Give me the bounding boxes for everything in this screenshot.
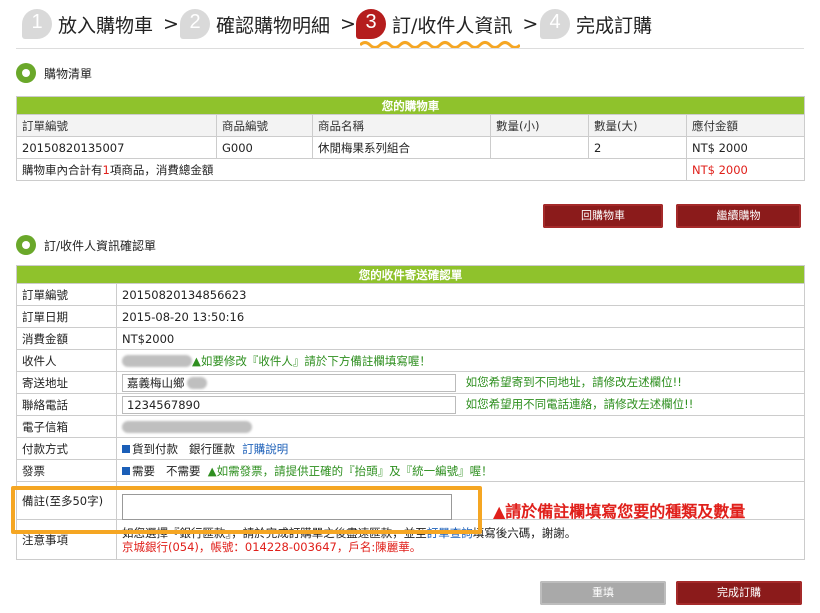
step-3-arrow: > (522, 13, 539, 35)
step-2: 2 確認購物明細 > (180, 6, 356, 42)
submit-order-button[interactable]: 完成訂購 (676, 581, 802, 605)
step-2-bird-icon: 2 (180, 9, 210, 39)
email-redacted (122, 421, 252, 433)
row-payment: 付款方式 貨到付款 銀行匯款 訂購說明 (16, 437, 805, 460)
checkout-steps: 1 放入購物車 > 2 確認購物明細 > 3 訂/收件人資訊 > 4 完成訂購 (0, 0, 820, 49)
order-help-link[interactable]: 訂購說明 (242, 442, 288, 456)
row-address: 寄送地址 嘉義梅山鄉 如您希望寄到不同地址，請修改左述欄位!! (16, 371, 805, 394)
apple-icon (16, 63, 36, 83)
payment-cod-checkbox[interactable] (122, 445, 130, 453)
cart-table: 您的購物車 訂單編號 商品編號 商品名稱 數量(小) 數量(大) 應付金額 20… (15, 96, 806, 181)
step-3: 3 訂/收件人資訊 > (356, 6, 538, 42)
col-product-name: 商品名稱 (312, 114, 491, 137)
remark-hint: ▲請於備註欄填寫您要的種類及數量 (493, 502, 746, 521)
row-order-date: 訂單日期 2015-08-20 13:50:16 (16, 305, 805, 328)
continue-shopping-button[interactable]: 繼續購物 (676, 204, 801, 228)
step-1-arrow: > (163, 13, 179, 35)
cart-header-row: 訂單編號 商品編號 商品名稱 數量(小) 數量(大) 應付金額 (16, 114, 806, 137)
step-2-label: 確認購物明細 (216, 14, 331, 37)
order-date-value: 2015-08-20 13:50:16 (116, 305, 805, 328)
row-order-no: 訂單編號 20150820134856623 (16, 283, 805, 306)
cart-table-title: 您的購物車 (15, 96, 806, 115)
recipient-note: ▲如要修改『收件人』請於下方備註欄填寫喔！ (192, 353, 431, 368)
phone-input[interactable]: 1234567890 (122, 395, 456, 414)
cart-summary: 購物車內合計有1項商品，消費總金額 (16, 158, 687, 181)
row-invoice: 發票 需要 不需要 ▲如需發票，請提供正確的『抬頭』及『統一編號』喔！ (16, 459, 805, 482)
table-row: 20150820135007 G000 休閒梅果系列組合 2 NT$ 2000 (16, 136, 806, 159)
step-4-label: 完成訂購 (576, 14, 653, 37)
amount-value: NT$2000 (116, 327, 805, 350)
cell-order-no: 20150820135007 (16, 136, 217, 159)
step-2-arrow: > (340, 13, 356, 35)
step-1-label: 放入購物車 (58, 14, 154, 37)
apple-icon (16, 235, 36, 255)
bank-account-info: 京城銀行(054)，帳號：014228-003647，戶名:陳麗華。 (122, 539, 422, 554)
header-divider (16, 48, 804, 49)
invoice-no-option[interactable]: 不需要 (166, 464, 201, 478)
address-note: 如您希望寄到不同地址，請修改左述欄位!! (465, 375, 682, 389)
row-phone: 聯絡電話 1234567890 如您希望用不同電話連絡，請修改左述欄位!! (16, 393, 805, 416)
step-4-bird-icon: 4 (540, 9, 570, 39)
cell-qty-small (490, 136, 589, 159)
reset-button[interactable]: 重填 (540, 581, 666, 605)
row-amount: 消費金額 NT$2000 (16, 327, 805, 350)
step-4: 4 完成訂購 (540, 6, 652, 42)
col-qty-large: 數量(大) (588, 114, 687, 137)
phone-note: 如您希望用不同電話連絡，請修改左述欄位!! (465, 397, 694, 411)
payment-bank-option[interactable]: 銀行匯款 (189, 442, 235, 456)
invoice-note: ▲如需發票，請提供正確的『抬頭』及『統一編號』喔！ (207, 463, 493, 478)
form-section-title: 訂/收件人資訊確認單 (44, 238, 157, 253)
cart-section-title: 購物清單 (44, 66, 93, 81)
back-to-cart-button[interactable]: 回購物車 (543, 204, 663, 228)
row-email: 電子信箱 (16, 415, 805, 438)
cart-summary-total: NT$ 2000 (685, 158, 806, 181)
col-amount: 應付金額 (685, 114, 806, 137)
invoice-yes-checkbox[interactable] (122, 467, 130, 475)
cell-amount: NT$ 2000 (685, 136, 806, 159)
col-qty-small: 數量(小) (490, 114, 589, 137)
cell-product-name: 休閒梅果系列組合 (312, 136, 491, 159)
address-input[interactable]: 嘉義梅山鄉 (122, 373, 456, 392)
order-no-value: 20150820134856623 (116, 283, 805, 306)
step-3-label: 訂/收件人資訊 (392, 14, 513, 37)
cell-product-no: G000 (216, 136, 313, 159)
cart-section-heading: 購物清單 (16, 63, 92, 83)
cell-qty-large: 2 (588, 136, 687, 159)
step-1-bird-icon: 1 (22, 9, 52, 39)
form-table-title: 您的收件寄送確認單 (16, 265, 805, 284)
col-order-no: 訂單編號 (16, 114, 217, 137)
step-1: 1 放入購物車 > (22, 6, 179, 42)
row-recipient: 收件人 ▲如要修改『收件人』請於下方備註欄填寫喔！ (16, 349, 805, 372)
col-product-no: 商品編號 (216, 114, 313, 137)
step-3-bird-icon: 3 (356, 9, 386, 39)
cart-summary-row: 購物車內合計有1項商品，消費總金額 NT$ 2000 (16, 158, 806, 181)
form-section-heading: 訂/收件人資訊確認單 (16, 235, 156, 255)
recipient-redacted (122, 355, 192, 367)
remark-highlight-box (11, 486, 482, 534)
